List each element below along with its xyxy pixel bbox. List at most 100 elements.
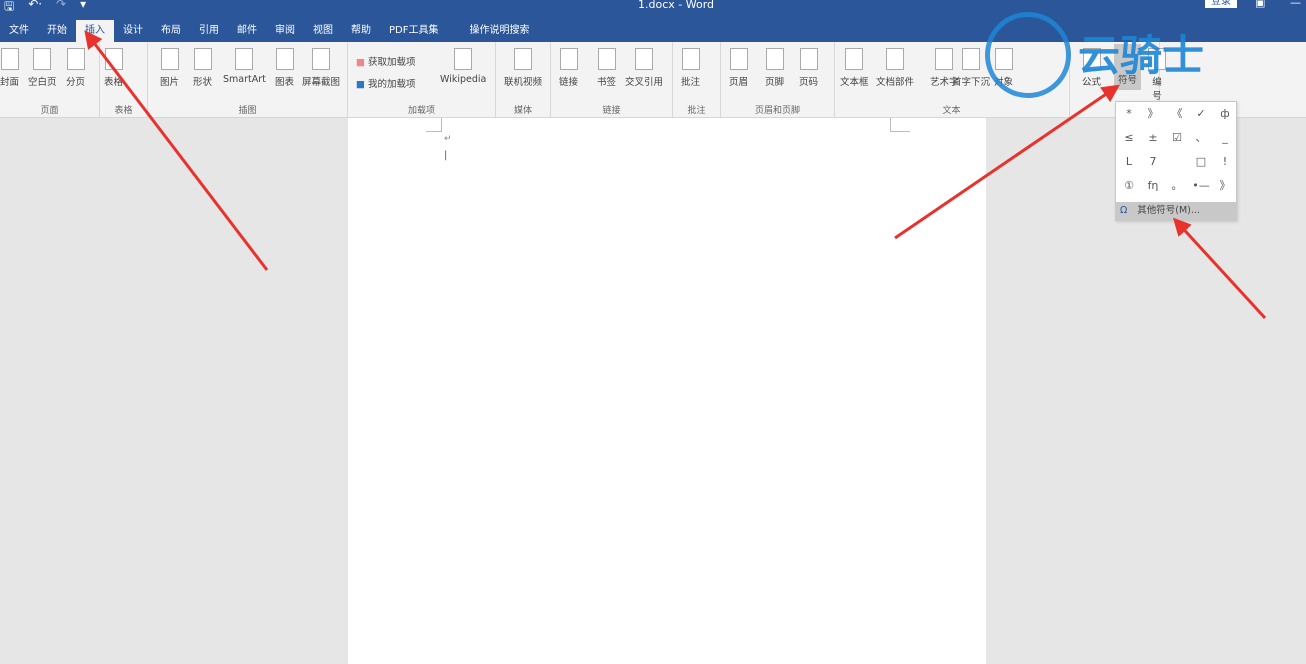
symbol-cell[interactable]: ±	[1141, 126, 1165, 150]
ribbon-button[interactable]: 屏幕截图	[302, 48, 340, 88]
tab-9[interactable]: 帮助	[342, 20, 380, 42]
ribbon-display-icon[interactable]: ▣	[1255, 0, 1265, 9]
group-label: 加载项	[407, 106, 435, 116]
more-symbols-item[interactable]: Ω 其他符号(M)...	[1116, 202, 1236, 220]
symbol-cell[interactable]: *	[1117, 102, 1141, 126]
button-icon	[0, 48, 19, 70]
tab-10[interactable]: PDF工具集	[380, 20, 447, 42]
button-icon	[66, 48, 85, 70]
tab-7[interactable]: 审阅	[266, 20, 304, 42]
ribbon-group-3: ■ 获取加载项 ■ 我的加载项 Wikipedia 加载项	[348, 42, 496, 118]
ribbon-button[interactable]: 联机视频	[504, 48, 542, 88]
ribbon-button[interactable]: 图表	[275, 48, 294, 88]
symbol-cell[interactable]: ф	[1213, 102, 1237, 126]
tab-5[interactable]: 引用	[190, 20, 228, 42]
ribbon-button[interactable]: 书签	[597, 48, 616, 88]
group-label: 页面	[40, 106, 59, 116]
group-label: 插图	[238, 106, 257, 116]
login-button[interactable]: 登录	[1205, 0, 1237, 8]
button-label: 页眉	[729, 77, 749, 88]
margin-corner-left	[426, 118, 442, 132]
button-label: 首字下沉	[952, 77, 991, 88]
ribbon-button[interactable]: ■ 我的加载项	[356, 76, 416, 90]
button-label: SmartArt	[223, 74, 266, 85]
symbol-cell[interactable]: 《	[1165, 102, 1189, 126]
button-icon	[514, 48, 532, 70]
button-label: 封面	[0, 77, 20, 88]
tab-6[interactable]: 邮件	[228, 20, 266, 42]
ribbon-group-5: 链接 书签 交叉引用 链接	[551, 42, 673, 118]
document-page[interactable]: ↵ |	[348, 118, 986, 664]
minimize-icon[interactable]: —	[1290, 0, 1301, 9]
button-icon	[635, 48, 653, 70]
symbol-cell[interactable]: L	[1117, 150, 1141, 174]
ribbon-button[interactable]: 页码	[799, 48, 818, 88]
quick-access-toolbar: 🖫 ↶· ↷ ▾	[4, 0, 86, 18]
symbol-cell[interactable]	[1165, 150, 1189, 174]
ribbon-button[interactable]: 文档部件	[876, 48, 914, 88]
symbol-cell[interactable]: 》	[1213, 174, 1237, 198]
tab-2[interactable]: 插入	[76, 20, 114, 42]
tab-11[interactable]: 操作说明搜索	[447, 20, 538, 42]
tab-0[interactable]: 文件	[0, 20, 38, 42]
ribbon-button[interactable]: 页眉	[729, 48, 748, 88]
symbol-cell[interactable]: □	[1189, 150, 1213, 174]
symbol-dropdown: * 》《 ✓ ф ≤ ± ☑、 _ L 7 □! ① fη。 •— 》 Ω 其他符号(M)...	[1115, 101, 1237, 221]
button-label: 表格	[104, 77, 124, 88]
group-label: 表格	[114, 106, 133, 116]
ribbon-button[interactable]: 空白页	[28, 48, 57, 88]
ribbon-button[interactable]: 图片	[160, 48, 179, 88]
symbol-cell[interactable]: 。	[1165, 174, 1189, 198]
button-icon	[962, 48, 980, 70]
button-label: 图表	[275, 77, 295, 88]
ribbon-button[interactable]: 文本框	[840, 48, 869, 88]
symbol-cell[interactable]: ①	[1117, 174, 1141, 198]
ribbon-button[interactable]: 表格	[104, 48, 123, 88]
ribbon-button[interactable]: ■ 获取加载项	[356, 54, 416, 68]
window-title: 1.docx - Word	[638, 0, 715, 11]
ribbon-group-1: 表格 表格	[100, 42, 148, 118]
button-label: 分页	[66, 77, 86, 88]
ribbon-button[interactable]: 批注	[681, 48, 700, 88]
ribbon-button[interactable]: 封面	[0, 48, 19, 88]
tab-8[interactable]: 视图	[304, 20, 342, 42]
symbol-cell[interactable]: ☑	[1165, 126, 1189, 150]
ribbon-group-7: 页眉 页脚 页码 页眉和页脚	[721, 42, 835, 118]
undo-icon[interactable]: ↶·	[28, 0, 42, 18]
button-icon	[275, 48, 294, 70]
button-label: 文档部件	[876, 77, 915, 88]
save-icon[interactable]: 🖫	[4, 0, 14, 18]
ribbon-button[interactable]: SmartArt	[223, 48, 266, 85]
symbol-cell[interactable]: 7	[1141, 150, 1165, 174]
symbol-cell[interactable]: _	[1213, 126, 1237, 150]
margin-corner-right	[890, 118, 910, 132]
ribbon-button[interactable]: 页脚	[765, 48, 784, 88]
tab-4[interactable]: 布局	[152, 20, 190, 42]
tab-3[interactable]: 设计	[114, 20, 152, 42]
symbol-cell[interactable]: fη	[1141, 174, 1165, 198]
customize-icon[interactable]: ▾	[80, 0, 86, 18]
button-icon	[765, 48, 784, 70]
button-icon	[160, 48, 179, 70]
button-icon	[886, 48, 904, 70]
button-label: 页码	[799, 77, 819, 88]
symbol-cell[interactable]: !	[1213, 150, 1237, 174]
ribbon-button[interactable]: 交叉引用	[625, 48, 663, 88]
ribbon-button[interactable]: 分页	[66, 48, 85, 88]
symbol-cell[interactable]: 》	[1141, 102, 1165, 126]
button-label: 批注	[681, 77, 701, 88]
symbol-cell[interactable]: ≤	[1117, 126, 1141, 150]
tab-1[interactable]: 开始	[38, 20, 76, 42]
button-icon	[104, 48, 123, 70]
button-icon	[935, 48, 954, 70]
redo-icon[interactable]: ↷	[56, 0, 66, 18]
ribbon-group-2: 图片 形状 SmartArt 图表 屏幕截图插图	[148, 42, 348, 118]
ribbon-button[interactable]: Wikipedia	[440, 48, 486, 85]
ribbon-button[interactable]: 链接	[559, 48, 578, 88]
button-label: 我的加载项	[368, 79, 416, 90]
ribbon-button[interactable]: 形状	[193, 48, 212, 88]
symbol-cell[interactable]: ✓	[1189, 102, 1213, 126]
symbol-cell[interactable]: 、	[1189, 126, 1213, 150]
button-label: 获取加载项	[368, 57, 416, 68]
symbol-cell[interactable]: •—	[1189, 174, 1213, 198]
